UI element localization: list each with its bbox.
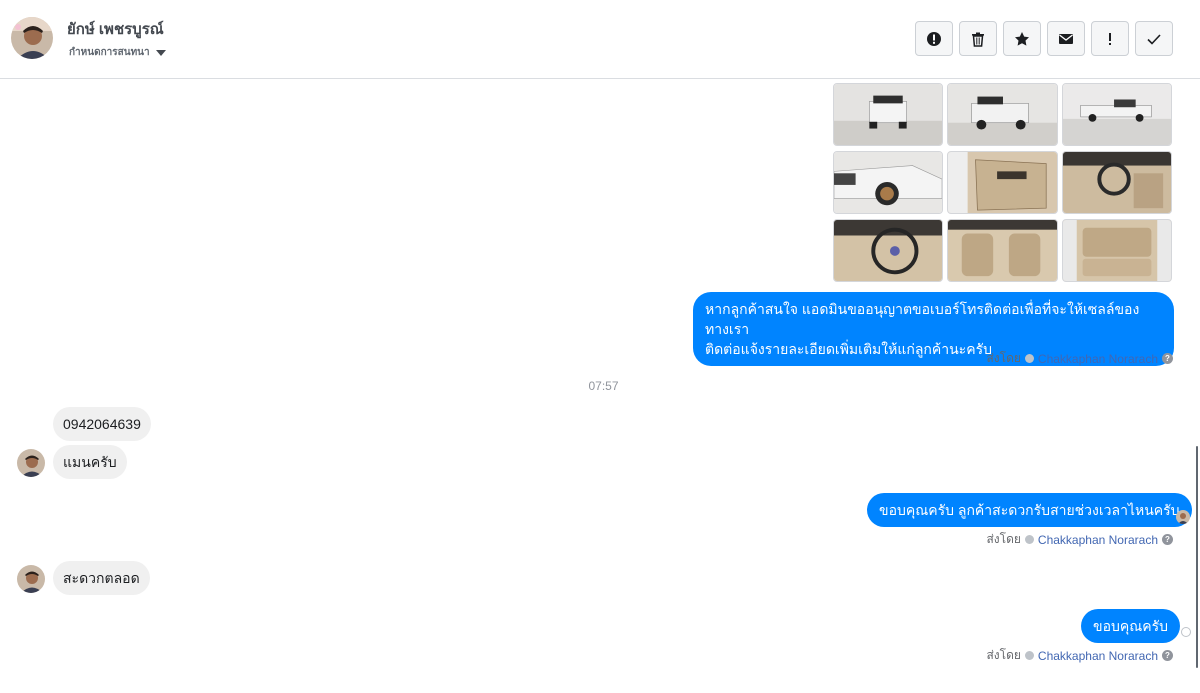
delete-button[interactable] bbox=[959, 21, 997, 56]
help-icon[interactable]: ? bbox=[1162, 650, 1173, 661]
agent-name-link[interactable]: Chakkaphan Norarach bbox=[1038, 649, 1158, 663]
sent-by-label: ส่งโดย bbox=[986, 532, 1021, 546]
outgoing-message[interactable]: ขอบคุณครับ bbox=[1081, 609, 1180, 643]
photo-thumbnail[interactable] bbox=[833, 151, 943, 214]
mark-unread-button[interactable] bbox=[1047, 21, 1085, 56]
check-icon bbox=[1147, 33, 1161, 45]
message-text-line: หากลูกค้าสนใจ แอดมินขออนุญาตขอเบอร์โทรติ… bbox=[705, 301, 1140, 337]
message-timestamp: 07:57 bbox=[588, 379, 619, 393]
alert-icon bbox=[927, 31, 941, 46]
star-button[interactable] bbox=[1003, 21, 1041, 56]
sent-by-line: ส่งโดย Chakkaphan Norarach ? bbox=[986, 349, 1173, 368]
caret-down-icon bbox=[155, 49, 166, 56]
photo-thumbnail[interactable] bbox=[947, 151, 1058, 214]
photo-thumbnail[interactable] bbox=[947, 219, 1058, 282]
customer-avatar[interactable] bbox=[17, 565, 45, 593]
mark-spam-button[interactable] bbox=[915, 21, 953, 56]
sent-by-label: ส่งโดย bbox=[986, 648, 1021, 662]
star-icon bbox=[1015, 31, 1029, 46]
mark-done-button[interactable] bbox=[1135, 21, 1173, 56]
mark-important-button[interactable] bbox=[1091, 21, 1129, 56]
customer-avatar[interactable] bbox=[17, 449, 45, 477]
exclamation-icon bbox=[1109, 32, 1111, 45]
incoming-message[interactable]: แมนครับ bbox=[53, 445, 127, 479]
sent-by-line: ส่งโดย Chakkaphan Norarach ? bbox=[986, 646, 1173, 665]
contact-avatar[interactable] bbox=[11, 17, 53, 59]
photo-thumbnail[interactable] bbox=[1062, 219, 1172, 282]
agent-name-link[interactable]: Chakkaphan Norarach bbox=[1038, 533, 1158, 547]
incoming-message[interactable]: สะดวกตลอด bbox=[53, 561, 150, 595]
conversation-status-dropdown[interactable]: กำหนดการสนทนา bbox=[69, 45, 166, 60]
photo-thumbnail[interactable] bbox=[833, 219, 943, 282]
inbox-conversation: ยักษ์ เพชรบูรณ์ กำหนดการสนทนา หากลูกค้าส… bbox=[0, 0, 1200, 693]
verified-icon bbox=[1024, 354, 1034, 363]
help-icon[interactable]: ? bbox=[1162, 534, 1173, 545]
photo-thumbnail[interactable] bbox=[833, 83, 943, 146]
sent-by-label: ส่งโดย bbox=[986, 351, 1021, 365]
outgoing-message[interactable]: ขอบคุณครับ ลูกค้าสะดวกรับสายช่วงเวลาไหนค… bbox=[867, 493, 1192, 527]
delivered-icon bbox=[1181, 627, 1191, 637]
agent-name-link[interactable]: Chakkaphan Norarach bbox=[1038, 352, 1158, 366]
help-icon[interactable]: ? bbox=[1162, 353, 1173, 364]
conversation-toolbar bbox=[915, 21, 1173, 56]
sent-by-line: ส่งโดย Chakkaphan Norarach ? bbox=[986, 530, 1173, 549]
verified-icon bbox=[1024, 535, 1034, 544]
photo-thumbnail[interactable] bbox=[947, 83, 1058, 146]
photo-gallery bbox=[833, 83, 1173, 282]
message-thread[interactable]: หากลูกค้าสนใจ แอดมินขออนุญาตขอเบอร์โทรติ… bbox=[0, 79, 1200, 693]
scrollbar[interactable] bbox=[1196, 446, 1198, 668]
conversation-status-label: กำหนดการสนทนา bbox=[69, 47, 150, 58]
conversation-header: ยักษ์ เพชรบูรณ์ กำหนดการสนทนา bbox=[0, 0, 1200, 79]
photo-thumbnail[interactable] bbox=[1062, 83, 1172, 146]
photo-thumbnail[interactable] bbox=[1062, 151, 1172, 214]
envelope-icon bbox=[1059, 33, 1073, 44]
seen-avatar bbox=[1176, 510, 1190, 524]
verified-icon bbox=[1024, 651, 1034, 660]
trash-icon bbox=[972, 32, 984, 47]
incoming-message[interactable]: 0942064639 bbox=[53, 407, 151, 441]
contact-name: ยักษ์ เพชรบูรณ์ bbox=[67, 21, 164, 38]
